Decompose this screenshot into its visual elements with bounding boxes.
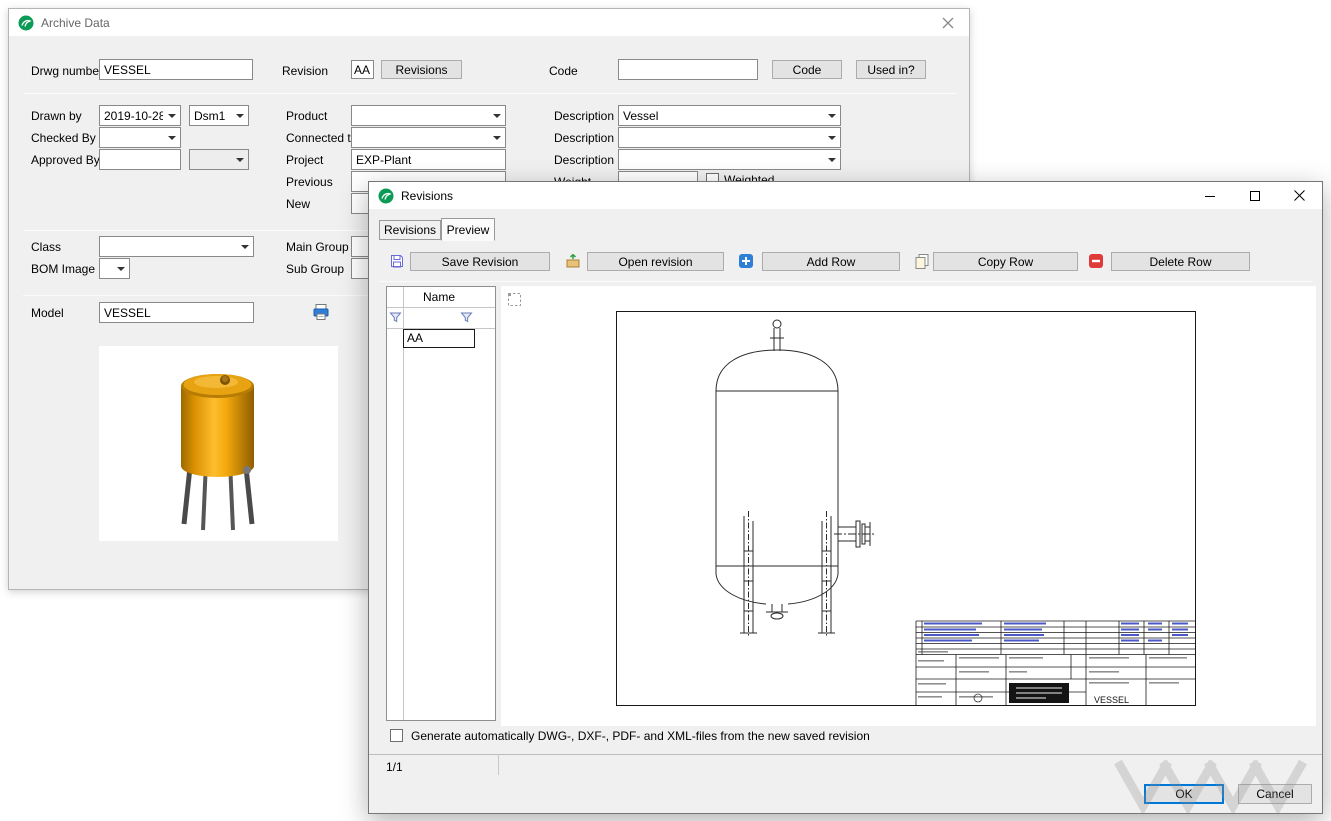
chevron-down-icon [241,245,249,249]
drawn-by-label: Drawn by [31,109,82,124]
revisions-button[interactable]: Revisions [381,60,462,79]
drawing-preview-pane: VESSEL [501,286,1316,726]
app-icon [378,188,394,204]
revisions-window: Revisions Revisions Preview Save Revisio… [368,181,1323,814]
used-in-button[interactable]: Used in? [856,60,926,79]
product-combo[interactable] [351,105,506,126]
add-icon[interactable] [738,253,754,269]
tab-preview[interactable]: Preview [441,218,495,241]
grid-row-name-cell[interactable]: AA [403,329,475,348]
model-input[interactable] [99,302,254,323]
add-row-button[interactable]: Add Row [762,252,900,271]
copy-icon[interactable] [914,253,930,269]
archive-close-icon[interactable] [936,11,960,35]
tab-revisions[interactable]: Revisions [379,220,441,240]
divider [369,754,1322,755]
chevron-down-icon [493,114,501,118]
open-revision-button[interactable]: Open revision [587,252,724,271]
revisions-titlebar: Revisions [369,182,1322,209]
selection-icon[interactable] [507,292,522,307]
connected-to-label: Connected to [286,131,357,146]
page-status: 1/1 [386,760,403,775]
filter-icon[interactable] [389,311,402,324]
description3-combo[interactable] [618,149,841,170]
minimize-icon[interactable] [1187,183,1232,208]
drawn-by-user-combo[interactable]: Dsm1 [189,105,249,126]
chevron-down-icon [828,114,836,118]
divider [379,281,1312,282]
copy-row-button[interactable]: Copy Row [933,252,1078,271]
grid-name-header[interactable]: Name [403,290,475,304]
chevron-down-icon [493,136,501,140]
checked-by-combo[interactable] [99,127,181,148]
delete-icon[interactable] [1088,253,1104,269]
archive-titlebar: Archive Data [9,9,969,36]
description2-combo[interactable] [618,127,841,148]
app-icon [18,15,34,31]
drawn-by-date-value: 2019-10-28 [104,109,163,123]
maximize-icon[interactable] [1232,183,1277,208]
approved-by-combo[interactable] [189,149,249,170]
bom-image-combo[interactable] [99,258,130,279]
connected-to-combo[interactable] [351,127,506,148]
save-revision-button[interactable]: Save Revision [410,252,550,271]
revision-label: Revision [282,64,328,79]
grid-row-divider [387,307,495,308]
project-label: Project [286,153,323,168]
titleblock-drawing-name: VESSEL [1094,695,1129,705]
description3-label: Description 3 [554,153,624,168]
revisions-window-title: Revisions [401,189,453,203]
archive-window-title: Archive Data [41,16,110,30]
drwg-number-label: Drwg number [31,64,103,79]
drwg-number-input[interactable] [99,59,253,80]
divider [23,93,957,94]
new-label: New [286,197,310,212]
previous-label: Previous [286,175,333,190]
approved-by-input[interactable] [99,149,181,170]
description-combo[interactable]: Vessel [618,105,841,126]
chevron-down-icon [168,136,176,140]
chevron-down-icon [828,158,836,162]
project-input[interactable] [351,149,506,170]
sub-group-label: Sub Group [286,262,344,277]
checked-by-label: Checked By [31,131,96,146]
code-input[interactable] [618,59,758,80]
grid-row-name-value: AA [407,331,423,345]
open-revision-icon[interactable] [565,253,581,269]
code-label: Code [549,64,578,79]
chevron-down-icon [236,158,244,162]
close-icon[interactable] [1277,183,1322,208]
revision-input[interactable] [351,60,374,79]
product-label: Product [286,109,327,124]
chevron-down-icon [117,267,125,271]
class-combo[interactable] [99,236,254,257]
chevron-down-icon [236,114,244,118]
drawn-by-user-value: Dsm1 [194,109,231,123]
chevron-down-icon [168,114,176,118]
code-button[interactable]: Code [772,60,842,79]
main-group-label: Main Group [286,240,349,255]
drawing-preview: VESSEL [616,311,1196,706]
grid-column-divider [403,287,404,720]
save-icon[interactable] [389,253,405,269]
ok-button[interactable]: OK [1144,784,1224,804]
approved-by-label: Approved By [31,153,100,168]
vessel-3d-image [99,346,338,541]
chevron-down-icon [828,136,836,140]
generate-files-label: Generate automatically DWG-, DXF-, PDF- … [411,729,870,744]
delete-row-button[interactable]: Delete Row [1111,252,1250,271]
description-value: Vessel [623,109,823,123]
description2-label: Description 2 [554,131,624,146]
bom-image-label: BOM Image [31,262,95,277]
description-label: Description [554,109,614,124]
drawn-by-date-combo[interactable]: 2019-10-28 [99,105,181,126]
divider [498,754,499,775]
filter-icon[interactable] [460,311,473,324]
model-label: Model [31,306,64,321]
class-label: Class [31,240,61,255]
revisions-grid: Name AA [386,286,496,721]
generate-files-checkbox[interactable] [390,729,403,742]
cancel-button[interactable]: Cancel [1238,784,1312,804]
printer-icon[interactable] [312,303,330,321]
